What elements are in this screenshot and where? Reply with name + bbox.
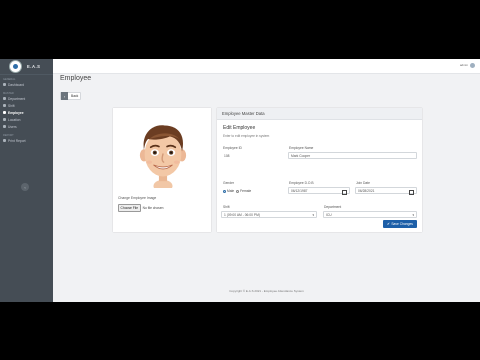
- users-icon: [3, 111, 6, 114]
- sidebar-item-department[interactable]: Department: [0, 95, 53, 102]
- employee-avatar-image: [139, 125, 187, 188]
- sidebar-item-label: Users: [8, 124, 17, 129]
- gender-male-radio[interactable]: [223, 189, 226, 193]
- file-input[interactable]: Choose File No file chosen: [118, 204, 164, 212]
- map-marker-icon: [3, 118, 6, 121]
- avatar[interactable]: [470, 62, 475, 68]
- employee-id-label: Employee ID: [223, 146, 242, 150]
- form-card-header: Employee Master Data: [217, 108, 422, 120]
- department-value: ICU: [326, 212, 332, 217]
- gender-male-label: Male: [227, 189, 235, 193]
- user-icon: [3, 125, 6, 128]
- sidebar-item-label: Location: [8, 117, 21, 122]
- employee-dob-label: Employee D.O.B: [289, 181, 314, 185]
- sidebar-collapse-button[interactable]: ‹: [21, 183, 29, 191]
- app-window: E.A.S General Dashboard Master Departmen…: [0, 59, 480, 302]
- employee-dob-field[interactable]: 06/12/1987: [288, 187, 350, 195]
- employee-id-value: 108: [224, 153, 230, 158]
- employee-id-field: 108: [221, 152, 283, 159]
- brand[interactable]: E.A.S: [0, 59, 53, 75]
- employee-name-field[interactable]: Mark Cooper: [288, 152, 417, 159]
- change-image-label: Change Employee Image: [118, 196, 157, 200]
- chevron-left-icon: ‹: [61, 92, 68, 100]
- calendar-icon[interactable]: [342, 189, 347, 195]
- join-date-label: Join Date: [356, 181, 370, 185]
- back-button-label: Back: [71, 94, 79, 98]
- sidebar-item-label: Department: [8, 96, 26, 101]
- employee-image-card: Change Employee Image Choose File No fil…: [113, 108, 211, 232]
- shift-select[interactable]: 1 (09:00 AM - 06:00 PM) ▾: [221, 211, 317, 218]
- department-select[interactable]: ICU ▾: [323, 211, 417, 218]
- shift-label: Shift: [223, 205, 230, 209]
- sidebar-item-users[interactable]: Users: [0, 123, 53, 130]
- sidebar-item-dashboard[interactable]: Dashboard: [0, 81, 53, 88]
- sidebar-item-shift[interactable]: Shift: [0, 102, 53, 109]
- print-icon: [3, 139, 6, 142]
- top-navbar: admin: [53, 59, 480, 74]
- sidebar-item-label: Employee: [8, 110, 24, 115]
- clock-icon: [3, 104, 6, 107]
- back-button[interactable]: ‹ Back: [60, 92, 81, 100]
- gender-female-radio[interactable]: [236, 189, 240, 193]
- shift-value: 1 (09:00 AM - 06:00 PM): [224, 212, 260, 217]
- save-changes-button[interactable]: ✔ Save Changes: [383, 220, 417, 228]
- sidebar-item-employee[interactable]: Employee: [0, 109, 53, 116]
- calendar-icon[interactable]: [409, 189, 414, 195]
- footer-copyright: Copyright © E.A.S 2021 - Employee Attend…: [229, 289, 304, 293]
- sidebar-item-label: Print Report: [8, 138, 26, 143]
- sidebar-item-print-report[interactable]: Print Report: [0, 137, 53, 144]
- sidebar-item-label: Dashboard: [8, 82, 25, 87]
- sidebar-item-label: Shift: [8, 103, 15, 108]
- building-icon: [3, 97, 6, 100]
- gender-label: Gender: [223, 181, 234, 185]
- employee-name-value: Mark Cooper: [291, 153, 311, 158]
- form-section-title: Edit Employee: [223, 125, 256, 131]
- chevron-down-icon: ▾: [412, 213, 414, 217]
- save-changes-label: Save Changes: [391, 222, 413, 226]
- join-date-field[interactable]: 06/28/2021: [355, 187, 417, 195]
- employee-name-label: Employee Name: [289, 146, 314, 150]
- gender-female-label: Female: [240, 189, 252, 193]
- sidebar-item-location[interactable]: Location: [0, 116, 53, 123]
- brand-name: E.A.S: [27, 64, 41, 69]
- form-section-subtitle: Enter to edit employee in system: [223, 134, 270, 138]
- brand-logo-icon: [9, 60, 22, 73]
- department-label: Department: [324, 205, 342, 209]
- choose-file-button[interactable]: Choose File: [118, 204, 141, 212]
- sidebar: E.A.S General Dashboard Master Departmen…: [0, 59, 53, 302]
- employee-dob-value: 06/12/1987: [291, 188, 308, 193]
- page-title: Employee: [60, 75, 92, 82]
- employee-form-card: Employee Master Data Edit Employee Enter…: [217, 108, 422, 232]
- gender-radio-group: Male Female: [223, 189, 251, 193]
- chevron-down-icon: ▾: [312, 213, 314, 217]
- file-status: No file chosen: [142, 206, 164, 210]
- check-icon: ✔: [387, 222, 390, 226]
- gauge-icon: [3, 83, 6, 86]
- join-date-value: 06/28/2021: [358, 188, 375, 193]
- user-name[interactable]: admin: [460, 63, 468, 67]
